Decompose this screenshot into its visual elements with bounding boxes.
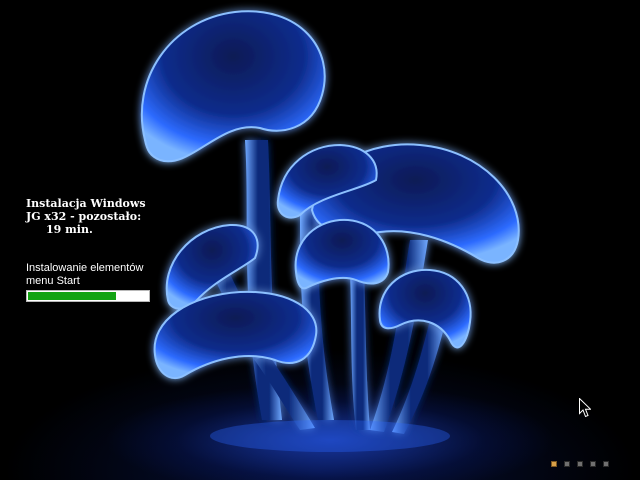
- mushroom-caps: [140, 10, 520, 380]
- slide-dot: [577, 461, 583, 467]
- setup-screen: Instalacja Windows JG x32 - pozostało: 1…: [0, 0, 640, 480]
- slide-dot: [551, 461, 557, 467]
- setup-title-line1: Instalacja Windows: [26, 197, 146, 210]
- slide-indicator: [551, 461, 609, 467]
- arrow-cursor-icon: [579, 398, 591, 418]
- current-step-line1: Instalowanie elementów: [26, 262, 144, 274]
- setup-status-panel: Instalacja Windows JG x32 - pozostało: 1…: [26, 197, 156, 302]
- time-remaining: 19 min.: [46, 223, 93, 236]
- slide-dot: [590, 461, 596, 467]
- current-step-line2: menu Start: [26, 275, 80, 287]
- slide-dot: [564, 461, 570, 467]
- progress-bar-fill: [28, 292, 116, 300]
- slide-dot: [603, 461, 609, 467]
- current-step-label: Instalowanie elementów menu Start: [26, 262, 156, 288]
- progress-bar: [26, 290, 150, 302]
- ground-glow: [210, 420, 450, 452]
- setup-title-line2: JG x32 - pozostało:: [26, 210, 142, 223]
